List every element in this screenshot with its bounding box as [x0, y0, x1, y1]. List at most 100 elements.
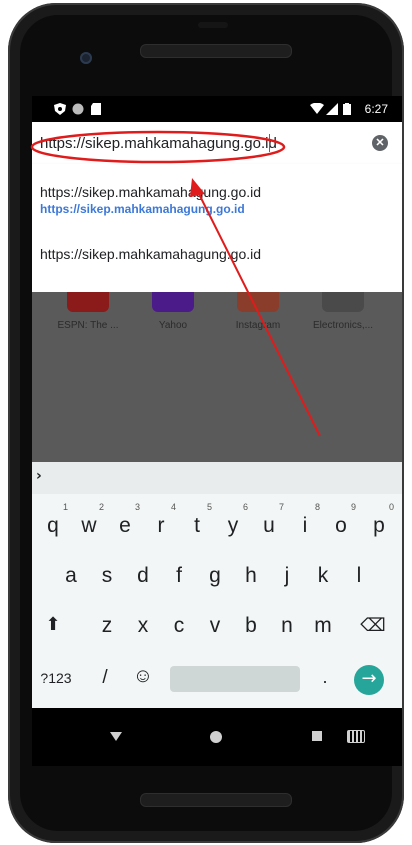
backspace-key[interactable]: ⌫	[358, 615, 388, 636]
key-number-hint: 5	[206, 502, 212, 512]
key-number-hint: 3	[134, 502, 140, 512]
key-number-hint: 1	[62, 502, 68, 512]
yahoo-icon	[152, 292, 194, 312]
text-cursor	[269, 134, 270, 152]
bottom-speaker	[140, 793, 292, 807]
key-label: o	[335, 514, 347, 537]
key-e[interactable]: e3	[110, 502, 140, 538]
key-v[interactable]: v	[200, 614, 230, 638]
shift-key[interactable]: ⬆	[38, 614, 68, 635]
emoji-key[interactable]: ☺	[128, 665, 158, 688]
chevron-right-icon[interactable]: ›	[36, 468, 42, 484]
recents-icon[interactable]	[312, 731, 322, 741]
earpiece-speaker	[140, 44, 292, 58]
key-r[interactable]: r4	[146, 502, 177, 538]
key-q[interactable]: q1	[38, 502, 68, 538]
tile-electronics[interactable]: Electronics,...	[307, 292, 379, 331]
top-sensor	[198, 22, 228, 28]
space-key[interactable]	[170, 666, 300, 692]
go-button[interactable]: →	[354, 665, 384, 695]
close-icon: ✕	[375, 137, 385, 149]
key-number-hint: 8	[314, 502, 320, 512]
key-l[interactable]: l	[344, 564, 374, 588]
key-k[interactable]: k	[308, 564, 338, 588]
key-s[interactable]: s	[92, 564, 122, 588]
emoji-icon: ☺	[132, 665, 154, 687]
suggestions-dropdown: https://sikep.mahkamahagung.go.id https:…	[32, 164, 402, 292]
front-camera	[80, 52, 92, 64]
backspace-icon: ⌫	[360, 615, 386, 635]
key-y[interactable]: y6	[218, 502, 248, 538]
tile-label: Instagram	[235, 320, 281, 331]
espn-icon	[67, 292, 109, 312]
key-m[interactable]: m	[308, 614, 338, 638]
tile-label: ESPN: The ...	[57, 320, 119, 331]
clear-url-button[interactable]: ✕	[372, 135, 388, 151]
key-label: q	[47, 514, 59, 537]
key-i[interactable]: i8	[290, 502, 320, 538]
key-number-hint: 0	[388, 502, 394, 512]
suggestion-title: https://sikep.mahkamahagung.go.id	[40, 246, 262, 262]
key-j[interactable]: j	[272, 564, 302, 588]
key-label: t	[194, 514, 200, 537]
key-number-hint: 4	[170, 502, 176, 512]
sync-icon	[72, 103, 84, 115]
tile-instagram[interactable]: Instagram	[222, 292, 294, 331]
url-input[interactable]	[40, 131, 360, 155]
key-u[interactable]: u7	[254, 502, 284, 538]
key-t[interactable]: t5	[182, 502, 212, 538]
key-o[interactable]: o9	[326, 502, 356, 538]
ebay-icon	[322, 292, 364, 312]
key-label: e	[119, 514, 131, 537]
cell-signal-icon	[326, 103, 338, 115]
key-p[interactable]: p0	[364, 502, 394, 538]
key-label: y	[227, 514, 239, 537]
period-key[interactable]: .	[310, 667, 340, 688]
tile-yahoo[interactable]: Yahoo	[137, 292, 209, 331]
key-w[interactable]: w2	[74, 502, 104, 538]
keyboard-switch-icon[interactable]	[347, 730, 365, 743]
key-number-hint: 9	[350, 502, 356, 512]
key-number-hint: 7	[278, 502, 284, 512]
most-visited-tiles: ESPN: The ... Yahoo Instagram Electronic…	[32, 292, 402, 462]
tile-espn[interactable]: ESPN: The ...	[52, 292, 124, 331]
navigation-bar	[32, 708, 402, 766]
home-icon[interactable]	[210, 731, 222, 743]
key-number-hint: 2	[98, 502, 104, 512]
key-b[interactable]: b	[236, 614, 266, 638]
arrow-right-icon: →	[361, 668, 377, 689]
key-label: w	[81, 514, 97, 537]
shield-icon	[54, 103, 66, 115]
symbols-key[interactable]: ?123	[36, 670, 76, 686]
suggestion-title: https://sikep.mahkamahagung.go.id	[40, 184, 262, 200]
status-time: 6:27	[364, 102, 388, 116]
key-label: u	[263, 514, 275, 537]
suggestion-item[interactable]: https://sikep.mahkamahagung.go.id https:…	[40, 184, 390, 216]
key-c[interactable]: c	[164, 614, 194, 638]
keyboard: q1 w2 e3 r4 t5 y6 u7 i8 o9 p0 a s d f g …	[32, 494, 402, 708]
key-d[interactable]: d	[128, 564, 158, 588]
suggestion-item[interactable]: https://sikep.mahkamahagung.go.id	[40, 246, 390, 262]
shift-icon: ⬆	[45, 614, 61, 634]
key-label: i	[302, 514, 308, 537]
instagram-icon	[237, 292, 279, 312]
key-g[interactable]: g	[200, 564, 230, 588]
key-number-hint: 6	[242, 502, 248, 512]
key-n[interactable]: n	[272, 614, 302, 638]
status-bar: 6:27	[32, 96, 402, 122]
key-a[interactable]: a	[56, 564, 86, 588]
key-label: p	[373, 514, 385, 537]
key-label: r	[157, 514, 165, 537]
battery-icon	[343, 103, 351, 115]
tile-label: Electronics,...	[312, 320, 374, 331]
back-icon[interactable]	[110, 732, 122, 741]
tile-label: Yahoo	[158, 320, 188, 331]
wifi-icon	[310, 103, 324, 114]
key-x[interactable]: x	[128, 614, 158, 638]
url-bar: ✕	[32, 122, 402, 165]
key-h[interactable]: h	[236, 564, 266, 588]
screen: 6:27 ✕ https://sikep.mahkamahagung.go.id…	[32, 96, 402, 766]
key-f[interactable]: f	[164, 564, 194, 588]
key-z[interactable]: z	[92, 614, 122, 638]
slash-key[interactable]: /	[90, 667, 120, 689]
